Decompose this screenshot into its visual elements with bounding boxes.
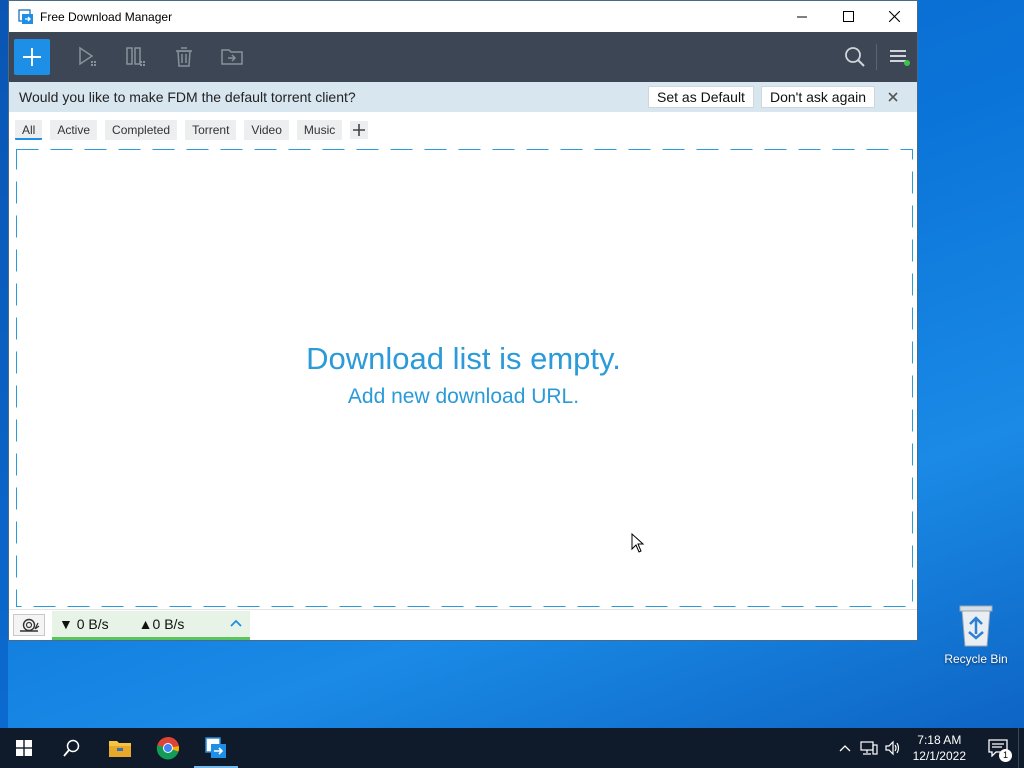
show-desktop-button[interactable] (1018, 728, 1024, 768)
clock-date: 12/1/2022 (912, 749, 966, 763)
add-filter-button[interactable] (350, 121, 369, 139)
filter-tab-torrent[interactable]: Torrent (185, 120, 237, 140)
taskbar-file-explorer[interactable] (96, 728, 144, 768)
network-icon (860, 741, 878, 755)
chrome-icon (156, 737, 180, 760)
filter-tab-music[interactable]: Music (296, 120, 343, 140)
empty-list-title: Download list is empty. (306, 341, 621, 376)
upload-speed: ▲0 B/s (138, 616, 185, 632)
dont-ask-again-button[interactable]: Don't ask again (761, 86, 876, 108)
trash-icon[interactable] (172, 45, 196, 69)
clock-time: 7:18 AM (917, 733, 962, 747)
notification-count-badge: 1 (999, 749, 1012, 762)
download-speed-value: 0 B/s (76, 616, 109, 632)
speed-limit-button[interactable] (13, 614, 45, 636)
window-title: Free Download Manager (40, 9, 173, 24)
close-icon (888, 11, 900, 22)
add-url-link[interactable]: Add new download URL. (16, 385, 911, 409)
download-drop-area[interactable]: Download list is empty. Add new download… (15, 148, 913, 607)
show-hidden-icons-button[interactable] (833, 728, 857, 768)
plus-icon (23, 48, 41, 66)
snail-icon (20, 618, 40, 632)
filter-tabs: All Active Completed Torrent Video Music (9, 112, 917, 148)
toolbar-separator (876, 44, 877, 70)
search-icon (63, 739, 80, 757)
move-folder-icon[interactable] (220, 45, 244, 69)
default-client-banner: Would you like to make FDM the default t… (9, 82, 917, 112)
set-as-default-button[interactable]: Set as Default (648, 86, 754, 108)
close-button[interactable] (871, 1, 917, 32)
search-icon[interactable] (844, 46, 866, 68)
banner-close-icon[interactable] (885, 89, 901, 105)
system-tray: 7:18 AM 12/1/2022 1 (833, 728, 1024, 768)
network-status[interactable] (857, 728, 881, 768)
dashed-border (16, 149, 913, 607)
filter-tab-completed[interactable]: Completed (105, 120, 178, 140)
fdm-window: Free Download Manager Would you like to … (8, 0, 918, 641)
upload-speed-value: 0 B/s (152, 616, 185, 632)
download-speed: ▼ 0 B/s (59, 616, 109, 632)
maximize-icon (842, 11, 854, 22)
taskbar-search-button[interactable] (48, 728, 96, 768)
minimize-icon (797, 16, 807, 17)
windows-start-icon (16, 740, 32, 756)
recycle-bin-shortcut[interactable]: Recycle Bin (940, 600, 1012, 672)
taskbar-clock[interactable]: 7:18 AM 12/1/2022 (913, 732, 966, 764)
pause-icon[interactable] (124, 45, 148, 69)
fdm-app-icon (18, 8, 33, 24)
minimize-button[interactable] (779, 1, 825, 32)
recycle-bin-icon (956, 602, 996, 648)
taskbar-chrome[interactable] (144, 728, 192, 768)
volume-control[interactable] (881, 728, 905, 768)
status-bar: ▼ 0 B/s ▲0 B/s (9, 609, 917, 640)
banner-message: Would you like to make FDM the default t… (19, 89, 356, 105)
toolbar (9, 32, 917, 82)
speaker-icon (885, 740, 899, 756)
taskbar-fdm[interactable] (192, 728, 240, 768)
add-download-button[interactable] (14, 39, 50, 75)
menu-icon[interactable] (887, 46, 911, 68)
filter-tab-video[interactable]: Video (244, 120, 289, 140)
desktop-background-strip (0, 0, 8, 728)
fdm-icon (205, 737, 226, 758)
chevron-up-icon[interactable] (230, 619, 242, 627)
file-explorer-icon (109, 741, 131, 757)
filter-tab-all[interactable]: All (15, 120, 43, 140)
filter-tab-active[interactable]: Active (50, 120, 98, 140)
title-bar[interactable]: Free Download Manager (9, 1, 917, 32)
chevron-up-icon (839, 745, 851, 752)
play-icon[interactable] (76, 45, 100, 69)
taskbar: 7:18 AM 12/1/2022 1 (0, 728, 1024, 768)
plus-icon (353, 124, 366, 136)
speed-panel[interactable]: ▼ 0 B/s ▲0 B/s (52, 611, 250, 640)
start-button[interactable] (0, 728, 48, 768)
action-center-button[interactable]: 1 (978, 728, 1018, 768)
mouse-cursor-icon (631, 533, 645, 553)
maximize-button[interactable] (825, 1, 871, 32)
recycle-bin-label: Recycle Bin (944, 652, 1008, 666)
